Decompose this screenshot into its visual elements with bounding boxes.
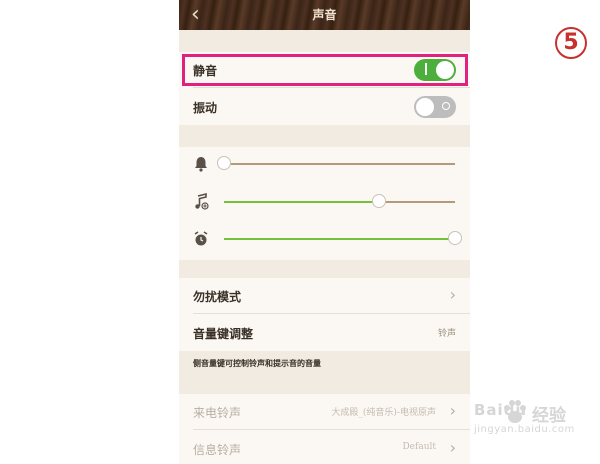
section-gap (179, 260, 470, 278)
slider-thumb[interactable] (371, 194, 386, 208)
divider (193, 313, 470, 314)
alarm-volume-slider[interactable] (224, 231, 462, 245)
alarm-clock-icon (194, 231, 208, 246)
message-tone-value: Default (402, 442, 436, 452)
slider-fill (224, 238, 455, 240)
slider-thumb[interactable] (448, 231, 462, 245)
chevron-right-icon: › (449, 285, 456, 304)
section-gap (179, 125, 470, 147)
chevron-right-icon: › (449, 438, 456, 457)
dnd-label: 勿扰模式 (193, 290, 242, 304)
mute-highlight-box (182, 54, 468, 86)
divider (193, 429, 470, 430)
watermark-url: jingyan.baidu.com (474, 424, 575, 435)
music-note-icon (195, 193, 209, 210)
divider (193, 87, 470, 88)
alarm-volume-row (179, 224, 470, 254)
ringtone-row[interactable]: 来电铃声 大成殿_(纯音乐)-电视原声 › (179, 394, 470, 430)
section-gap (179, 30, 470, 52)
toggle-knob (416, 98, 434, 116)
volume-sliders (179, 147, 470, 260)
slider-thumb[interactable] (217, 156, 231, 170)
toggle-off-mark (442, 102, 450, 110)
volume-keys-row[interactable]: 音量键调整 铃声 (179, 315, 470, 351)
baidu-watermark: Baidu 经验 jingyan.baidu.com (470, 393, 600, 443)
paw-icon (504, 400, 526, 423)
bell-icon (195, 157, 207, 172)
volume-keys-note: 侧音量键可控制铃声和提示音的音量 (193, 358, 321, 368)
ringtone-value: 大成殿_(纯音乐)-电视原声 (331, 408, 436, 418)
ringtone-label: 来电铃声 (193, 406, 242, 420)
volume-keys-value: 铃声 (437, 329, 456, 339)
message-tone-row[interactable]: 信息铃声 Default › (179, 431, 470, 464)
vibrate-toggle[interactable] (414, 96, 456, 118)
media-volume-row (179, 187, 470, 217)
dnd-row[interactable]: 勿扰模式 › (179, 278, 470, 314)
vibrate-label: 振动 (193, 101, 218, 115)
chevron-right-icon: › (449, 401, 456, 420)
watermark-suffix: 经验 (532, 406, 566, 426)
message-tone-label: 信息铃声 (193, 443, 242, 457)
navigation-bar: ‹ 声音 (179, 0, 470, 30)
media-volume-slider[interactable] (224, 194, 455, 208)
ringer-volume-slider[interactable] (217, 156, 455, 170)
slider-fill (224, 201, 379, 203)
vibrate-row[interactable]: 振动 (179, 89, 470, 125)
volume-keys-label: 音量键调整 (193, 327, 254, 341)
step-number-badge: 5 (555, 27, 587, 59)
page-title: 声音 (312, 8, 337, 22)
ringer-volume-row (179, 149, 470, 179)
